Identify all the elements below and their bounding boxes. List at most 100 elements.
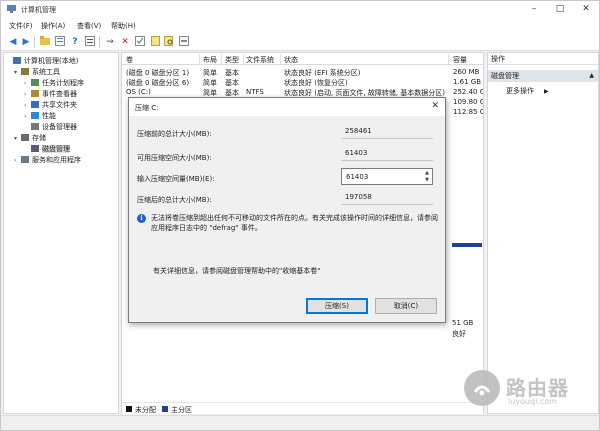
tree-node-icon bbox=[13, 57, 21, 64]
table-cell: 1.61 GB bbox=[453, 78, 482, 86]
tree-node-icon bbox=[31, 90, 39, 97]
table-cell: 112.85 G bbox=[453, 108, 483, 116]
actions-section-label: 磁盘管理 bbox=[491, 72, 519, 80]
info-icon: i bbox=[137, 214, 146, 223]
menu-bar: 文件(F) 操作(A) 查看(V) 帮助(H) bbox=[1, 18, 599, 33]
total-size-before-label: 压缩前的总计大小(MB): bbox=[137, 130, 212, 138]
menu-file[interactable]: 文件(F) bbox=[9, 21, 33, 31]
column-capacity[interactable]: 容量 bbox=[453, 55, 467, 65]
cancel-button[interactable]: 取消(C) bbox=[375, 298, 437, 314]
list-icon[interactable] bbox=[84, 36, 96, 48]
tree-item-label: 性能 bbox=[42, 112, 56, 120]
table-row[interactable]: (磁盘 0 磁盘分区 6) 简单 基本 状态良好 (恢复分区) 1.61 GB bbox=[122, 77, 483, 87]
table-cell: 260 MB bbox=[453, 68, 480, 76]
chevron-right-icon[interactable]: › bbox=[24, 79, 31, 89]
actions-section-disk-management[interactable]: 磁盘管理 ▲ bbox=[488, 70, 598, 82]
tree-item[interactable]: › 服务和应用程序 bbox=[14, 155, 81, 165]
chevron-right-icon: ▶ bbox=[544, 88, 549, 95]
tree-item[interactable]: › 事件查看器 bbox=[24, 89, 77, 99]
menu-view[interactable]: 查看(V) bbox=[77, 21, 101, 31]
chevron-right-icon[interactable]: › bbox=[24, 112, 31, 122]
computer-management-icon bbox=[7, 5, 16, 13]
watermark-logo: 路由器 luyouqi.com bbox=[464, 366, 600, 416]
check-icon[interactable] bbox=[134, 36, 146, 48]
delete-icon[interactable]: ✕ bbox=[119, 36, 131, 48]
folder-icon[interactable] bbox=[39, 36, 51, 48]
legend-unallocated: 未分配 bbox=[135, 406, 156, 414]
connect-icon[interactable]: ⇝ bbox=[104, 36, 116, 48]
search-icon[interactable] bbox=[163, 36, 175, 48]
table-cell: OS (C:) bbox=[126, 88, 151, 96]
actions-header: 操作 bbox=[488, 53, 598, 65]
table-cell: NTFS bbox=[246, 88, 264, 96]
table-row[interactable]: (磁盘 0 磁盘分区 1) 简单 基本 状态良好 (EFI 系统分区) 260 MB bbox=[122, 67, 483, 77]
maximize-button[interactable]: □ bbox=[547, 1, 573, 18]
expand-down-icon[interactable]: ▾ bbox=[14, 134, 21, 144]
actions-pane: 操作 磁盘管理 ▲ 更多操作 ▶ bbox=[487, 52, 599, 414]
more-icon[interactable] bbox=[178, 36, 190, 48]
spin-down-icon[interactable]: ▼ bbox=[423, 177, 431, 184]
tree-item[interactable]: ▾ 存储 bbox=[14, 133, 46, 143]
available-shrink-value: 61403 bbox=[345, 149, 368, 157]
tree-item[interactable]: › 性能 bbox=[24, 111, 56, 121]
tree-item-label: 存储 bbox=[32, 134, 46, 142]
toolbar: ◀ ▶ ? ⇝ ✕ bbox=[1, 33, 599, 51]
column-status[interactable]: 状态 bbox=[284, 55, 298, 65]
table-cell: 252.40 GB bbox=[453, 88, 483, 96]
tree-item-label: 计算机管理(本地) bbox=[24, 57, 79, 65]
tree-node-icon bbox=[31, 101, 39, 108]
tree-item[interactable]: › 任务计划程序 bbox=[24, 78, 84, 88]
tree-node-icon bbox=[31, 112, 39, 119]
table-row[interactable]: OS (C:) 简单 基本 NTFS 状态良好 (启动, 页面文件, 故障转储, 基本数… bbox=[122, 87, 483, 97]
tree-item[interactable]: 计算机管理(本地) bbox=[6, 56, 78, 66]
shrink-amount-spinner[interactable]: 61403 ▲ ▼ bbox=[341, 168, 433, 185]
watermark-url: luyouqi.com bbox=[508, 397, 557, 406]
expand-down-icon[interactable]: ▾ bbox=[14, 68, 21, 78]
tree-item[interactable]: ▾ 系统工具 bbox=[14, 67, 60, 77]
more-actions-label: 更多操作 bbox=[506, 87, 534, 95]
legend-unallocated-swatch bbox=[126, 406, 132, 412]
dialog-title-bar: 压缩 C: ✕ bbox=[129, 98, 445, 116]
close-window-button[interactable]: ✕ bbox=[573, 1, 599, 18]
legend-primary: 主分区 bbox=[171, 406, 192, 414]
column-filesystem[interactable]: 文件系统 bbox=[246, 55, 274, 65]
chevron-right-icon[interactable]: › bbox=[14, 156, 21, 166]
doc-icon[interactable] bbox=[149, 36, 161, 48]
column-layout[interactable]: 布局 bbox=[203, 55, 217, 65]
disk-graphic-strip: 51 GB 良好 bbox=[452, 243, 482, 338]
help-message: 有关详细信息，请参阅磁盘管理帮助中的"收缩基本卷" bbox=[153, 267, 321, 275]
back-arrow-icon[interactable]: ◀ bbox=[7, 36, 19, 48]
shrink-amount-input[interactable]: 61403 bbox=[346, 173, 368, 181]
forward-arrow-icon[interactable]: ▶ bbox=[20, 36, 32, 48]
total-size-after-value: 197058 bbox=[345, 193, 372, 201]
column-type[interactable]: 类型 bbox=[225, 55, 239, 65]
help-icon[interactable]: ? bbox=[69, 36, 81, 48]
table-cell: 109.80 G bbox=[453, 98, 483, 106]
tree-item[interactable]: 磁盘管理 bbox=[24, 144, 70, 154]
tree-node-icon bbox=[21, 156, 29, 163]
router-logo-icon bbox=[464, 370, 500, 406]
dialog-close-icon[interactable]: ✕ bbox=[431, 101, 439, 111]
menu-action[interactable]: 操作(A) bbox=[41, 21, 65, 31]
status-bar bbox=[1, 415, 599, 430]
tree-item-label: 磁盘管理 bbox=[42, 145, 70, 153]
disk-strip-status: 良好 bbox=[452, 330, 466, 338]
minimize-button[interactable]: – bbox=[521, 1, 547, 18]
more-actions-item[interactable]: 更多操作 ▶ bbox=[506, 86, 549, 96]
tree-item[interactable]: › 共享文件夹 bbox=[24, 100, 77, 110]
dialog-title: 压缩 C: bbox=[135, 104, 159, 112]
menu-help[interactable]: 帮助(H) bbox=[111, 21, 136, 31]
tree-item[interactable]: 设备管理器 bbox=[24, 122, 77, 132]
chevron-right-icon[interactable]: › bbox=[24, 101, 31, 111]
tree-node-icon bbox=[31, 79, 39, 86]
properties-icon[interactable] bbox=[54, 36, 66, 48]
shrink-button[interactable]: 压缩(S) bbox=[306, 298, 368, 314]
chevron-right-icon[interactable]: › bbox=[24, 90, 31, 100]
collapse-up-icon: ▲ bbox=[589, 72, 594, 79]
primary-partition-bar bbox=[452, 243, 482, 247]
column-volume[interactable]: 卷 bbox=[126, 55, 133, 65]
tree-item-label: 系统工具 bbox=[32, 68, 60, 76]
tree-node-icon bbox=[21, 134, 29, 141]
spin-up-icon[interactable]: ▲ bbox=[423, 170, 431, 177]
navigation-tree: 计算机管理(本地) ▾ 系统工具 › 任务计划程序 › 事件查看器 › 共享文件夹 › 性能 设备管理… bbox=[3, 52, 119, 414]
